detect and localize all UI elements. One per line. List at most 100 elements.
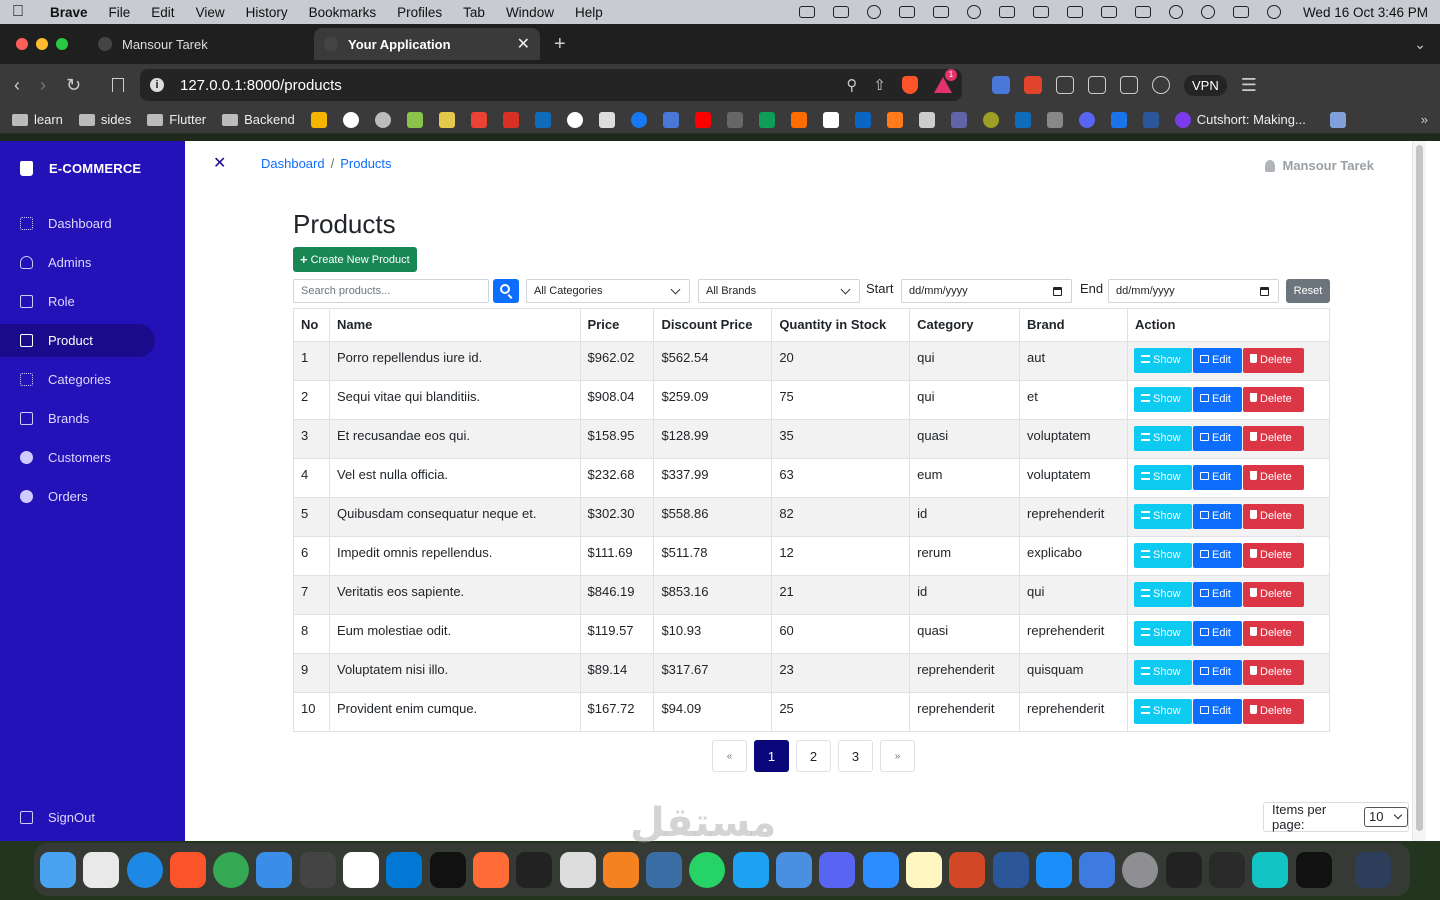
pagination-next[interactable]: » [880,740,915,772]
spotlight-search-icon[interactable] [1200,5,1215,19]
status-app-icon[interactable] [932,6,949,18]
minimize-window-button[interactable] [36,38,48,50]
delete-button[interactable]: Delete [1243,621,1304,646]
chrome-icon[interactable] [213,851,250,888]
outlook-favicon[interactable] [1014,111,1031,128]
category-select[interactable]: All Categories [526,279,690,303]
bookmark-favicon[interactable] [1046,111,1063,128]
edit-button[interactable]: Edit [1193,699,1242,724]
menu-tab[interactable]: Tab [463,5,485,20]
pagination-page-2[interactable]: 2 [796,740,831,772]
delete-button[interactable]: Delete [1243,699,1304,724]
address-bar[interactable]: i 127.0.0.1:8000/products ⚲ ⇧ 1 [140,69,962,101]
keyboard-input-icon[interactable] [1100,6,1117,18]
bookmark-page-icon[interactable] [112,78,124,92]
menu-edit[interactable]: Edit [151,5,174,20]
delete-button[interactable]: Delete [1243,543,1304,568]
extension-icon[interactable] [1024,76,1042,94]
brave-icon[interactable] [169,851,206,888]
calendar-icon[interactable] [1053,287,1062,296]
brave-shields-icon[interactable] [902,76,918,94]
bookmark-folder-backend[interactable]: Backend [222,112,295,127]
new-tab-button[interactable]: + [554,33,566,56]
start-date-input[interactable]: dd/mm/yyyy [901,279,1072,303]
pagination-page-1[interactable]: 1 [754,740,789,772]
show-button[interactable]: Show [1134,699,1192,724]
url-text[interactable]: 127.0.0.1:8000/products [180,77,342,94]
edit-button[interactable]: Edit [1193,660,1242,685]
end-date-input[interactable]: dd/mm/yyyy [1108,279,1279,303]
recent-window-icon[interactable] [1354,851,1391,888]
github-favicon[interactable] [566,111,583,128]
share-icon[interactable]: ⇧ [873,76,886,94]
bookmark-favicon[interactable] [886,111,903,128]
app-icon[interactable] [343,851,380,888]
bookmark-folder-sides[interactable]: sides [78,112,131,127]
safari-icon[interactable] [126,851,163,888]
postman-icon[interactable] [472,851,509,888]
wallet-icon[interactable] [1120,76,1138,94]
siri-icon[interactable] [1266,5,1281,19]
edit-button[interactable]: Edit [1193,504,1242,529]
extensions-puzzle-icon[interactable] [1056,76,1074,94]
powerpoint-icon[interactable] [949,851,986,888]
figma-icon[interactable] [516,851,553,888]
simulator-icon[interactable] [1079,851,1116,888]
zoom-icon[interactable]: ⚲ [846,76,857,94]
sidebar-item-brands[interactable]: Brands [0,402,155,435]
show-button[interactable]: Show [1134,465,1192,490]
wifi-icon[interactable] [1168,5,1183,19]
items-per-page-select[interactable]: 10 [1364,807,1408,827]
status-app-icon[interactable] [1032,6,1049,18]
zoom-icon[interactable] [862,851,899,888]
whatsapp-icon[interactable] [689,851,726,888]
tableplus-icon[interactable] [559,851,596,888]
bookmark-favicon[interactable] [918,111,935,128]
translate-favicon[interactable] [662,111,679,128]
forward-button[interactable]: › [40,75,66,96]
create-product-button[interactable]: + Create New Product [293,247,417,272]
brand-select[interactable]: All Brands [698,279,860,303]
tab-mansour-tarek[interactable]: Mansour Tarek [88,28,314,60]
mysql-workbench-icon[interactable] [646,851,683,888]
twitter-icon[interactable] [732,851,769,888]
linkedin-favicon[interactable] [854,111,871,128]
gmail-favicon[interactable] [502,111,519,128]
discord-icon[interactable] [819,851,856,888]
brave-rewards-icon[interactable]: 1 [934,69,957,93]
edit-button[interactable]: Edit [1193,426,1242,451]
bookmark-cutshort[interactable]: Cutshort: Making... [1174,111,1306,128]
status-app-icon[interactable] [998,6,1015,18]
delete-button[interactable]: Delete [1243,465,1304,490]
menu-profiles[interactable]: Profiles [397,5,442,20]
show-button[interactable]: Show [1134,660,1192,685]
bookmark-favicon[interactable] [982,111,999,128]
vscode-icon[interactable] [386,851,423,888]
app-store-icon[interactable] [1035,851,1072,888]
translate-extension-icon[interactable] [992,76,1010,94]
activity-monitor-icon[interactable] [1165,851,1202,888]
sidebar-item-signout[interactable]: SignOut [0,801,155,834]
terminal-icon[interactable] [1295,851,1332,888]
status-app-icon[interactable] [966,5,981,19]
delete-button[interactable]: Delete [1243,426,1304,451]
youtube-favicon[interactable] [694,111,711,128]
system-settings-icon[interactable] [1122,851,1159,888]
edit-button[interactable]: Edit [1193,582,1242,607]
show-button[interactable]: Show [1134,543,1192,568]
outlook-favicon[interactable] [534,111,551,128]
delete-button[interactable]: Delete [1243,582,1304,607]
battery-icon[interactable] [1134,6,1151,18]
status-app-icon[interactable] [898,6,915,18]
browser-menu-icon[interactable]: ☰ [1241,75,1257,96]
sidebar-item-role[interactable]: Role [0,285,155,318]
breadcrumb-products[interactable]: Products [340,156,391,171]
tab-search-chevron-icon[interactable]: ⌄ [1414,36,1426,53]
sidebar-brand[interactable]: E-COMMERCE [0,141,185,195]
status-app-icon[interactable] [832,6,849,18]
control-center-icon[interactable] [1232,6,1249,18]
sheets-favicon[interactable] [758,111,775,128]
back-button[interactable]: ‹ [14,75,40,96]
close-tab-icon[interactable]: ✕ [517,34,530,54]
xcode-icon[interactable] [256,851,293,888]
